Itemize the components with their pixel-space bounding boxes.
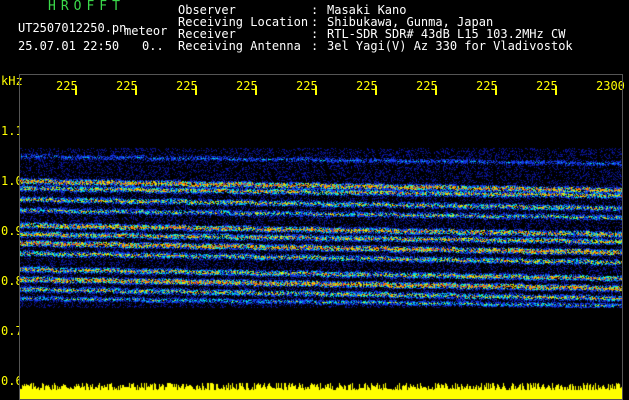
spectrogram: [19, 98, 623, 380]
frequency-unit: kHz: [1, 74, 23, 88]
time-tick: [495, 86, 497, 95]
time-label: 2300: [596, 79, 625, 93]
antenna-sep: :: [311, 39, 319, 53]
file-type: meteor: [124, 24, 168, 38]
capture-status: 0..: [142, 39, 164, 53]
time-tick: [435, 86, 437, 95]
antenna-value: 3el Yagi(V) Az 330 for Vladivostok: [327, 39, 573, 53]
hrofft-window: HROFFT UT2507012250.pn meteor 25.07.01 2…: [0, 0, 629, 400]
time-tick: [195, 86, 197, 95]
spectrogram-canvas: [19, 98, 623, 380]
time-tick: [555, 86, 557, 95]
time-tick: [135, 86, 137, 95]
file-name: UT2507012250.pn: [18, 21, 127, 35]
time-tick: [375, 86, 377, 95]
time-tick: [315, 86, 317, 95]
time-tick: [255, 86, 257, 95]
app-brand: HROFFT: [48, 0, 125, 14]
antenna-key: Receiving Antenna: [178, 39, 301, 53]
capture-datetime: 25.07.01 22:50: [18, 39, 120, 53]
time-tick: [75, 86, 77, 95]
signal-level-bar: [19, 380, 623, 400]
